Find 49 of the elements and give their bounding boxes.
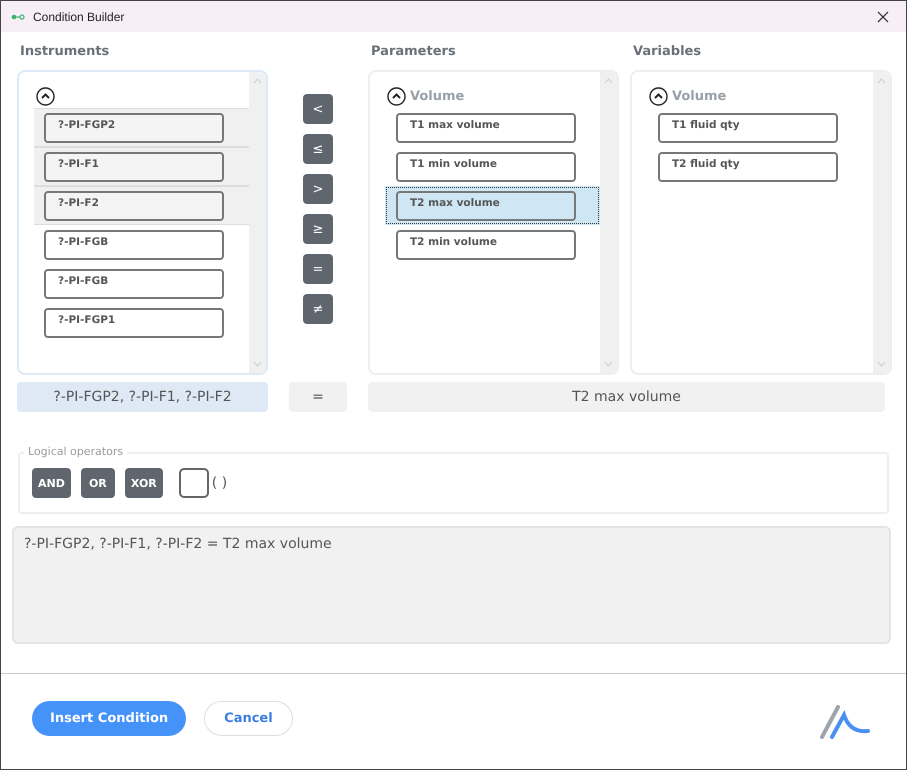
scrollbar[interactable]: [249, 72, 266, 373]
operator-button[interactable]: ≠: [303, 294, 333, 324]
selected-instruments-field: ?-PI-FGP2, ?-PI-F1, ?-PI-F2: [17, 382, 268, 412]
logic-button[interactable]: AND: [32, 468, 71, 498]
list-item[interactable]: ?-PI-F2: [44, 190, 224, 220]
list-item[interactable]: ?-PI-FGP2: [44, 112, 224, 142]
scrollbar[interactable]: [873, 72, 890, 373]
list-item[interactable]: ?-PI-FGB: [44, 268, 224, 298]
group-label: Volume: [672, 88, 726, 104]
logic-button[interactable]: XOR: [124, 468, 163, 498]
operator-field: =: [289, 382, 347, 412]
close-icon[interactable]: [877, 10, 889, 22]
link-icon: [11, 14, 25, 20]
scrollbar[interactable]: [600, 72, 617, 373]
operator-button[interactable]: =: [303, 254, 333, 284]
chevron-up-icon[interactable]: [604, 78, 613, 84]
list-item[interactable]: ?-PI-FGP1: [44, 308, 224, 338]
parentheses-label: ( ): [212, 475, 228, 491]
panel-legend: Logical operators: [24, 445, 128, 458]
list-item[interactable]: ?-PI-F1: [44, 152, 224, 182]
section-heading: Parameters: [371, 43, 457, 61]
operator-button[interactable]: >: [303, 174, 333, 204]
chevron-down-icon[interactable]: [253, 361, 262, 367]
group-label: Volume: [410, 88, 464, 104]
list-item[interactable]: T2 max volume: [396, 190, 576, 220]
operator-button[interactable]: ≥: [303, 214, 333, 244]
list-item[interactable]: ?-PI-FGB: [44, 230, 224, 260]
window-title: Condition Builder: [33, 10, 126, 24]
section-heading: Variables: [633, 43, 702, 61]
operator-button[interactable]: <: [303, 94, 333, 124]
chevron-down-icon[interactable]: [604, 361, 613, 367]
parentheses-checkbox[interactable]: [178, 468, 209, 498]
list-item[interactable]: T1 min volume: [396, 152, 576, 182]
list-item[interactable]: T2 min volume: [396, 230, 576, 260]
list-item[interactable]: T1 fluid qty: [658, 112, 838, 142]
list-item[interactable]: T1 max volume: [396, 112, 576, 142]
list-item[interactable]: T2 fluid qty: [658, 152, 838, 182]
chevron-down-icon[interactable]: [877, 361, 886, 367]
operator-button[interactable]: ≤: [303, 134, 333, 164]
section-heading: Instruments: [20, 43, 110, 61]
selected-parameter-field: T2 max volume: [368, 382, 885, 412]
logic-button[interactable]: OR: [80, 468, 115, 498]
expression-field[interactable]: ?-PI-FGP2, ?-PI-F1, ?-PI-F2 = T2 max volume: [12, 526, 891, 644]
collapse-icon[interactable]: [387, 86, 406, 106]
chevron-up-icon[interactable]: [877, 78, 886, 84]
chevron-up-icon[interactable]: [253, 78, 262, 84]
cancel-button[interactable]: Cancel: [204, 701, 293, 736]
collapse-icon[interactable]: [36, 86, 55, 106]
collapse-icon[interactable]: [649, 86, 668, 106]
